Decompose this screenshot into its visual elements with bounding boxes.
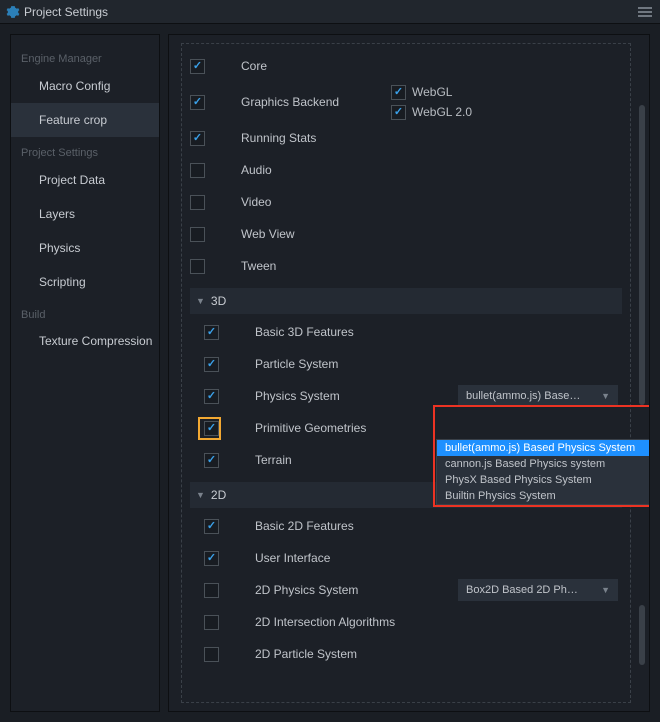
- select-2d-physics[interactable]: Box2D Based 2D Ph… ▼: [458, 579, 618, 601]
- sidebar: Engine Manager Macro Config Feature crop…: [10, 34, 160, 712]
- chevron-down-icon: ▼: [601, 391, 610, 401]
- graphics-sub: WebGL WebGL 2.0: [391, 83, 472, 121]
- checkbox-basic-3d[interactable]: [204, 325, 219, 340]
- content: Core Graphics Backend WebGL WebGL 2.0: [168, 34, 650, 712]
- chevron-down-icon: ▼: [196, 296, 205, 306]
- scrollbar-thumb[interactable]: [639, 105, 645, 405]
- feature-2d-physics: 2D Physics System Box2D Based 2D Ph… ▼: [204, 574, 622, 606]
- checkbox-running-stats[interactable]: [190, 131, 205, 146]
- checkbox-basic-2d[interactable]: [204, 519, 219, 534]
- dropdown-option[interactable]: bullet(ammo.js) Based Physics System: [437, 440, 649, 456]
- sidebar-group-engine: Engine Manager: [11, 43, 159, 69]
- checkbox-terrain[interactable]: [204, 453, 219, 468]
- feature-physics-system: Physics System bullet(ammo.js) Base… ▼: [204, 380, 622, 412]
- sidebar-group-build: Build: [11, 299, 159, 325]
- checkbox-audio[interactable]: [190, 163, 205, 178]
- feature-pane: Core Graphics Backend WebGL WebGL 2.0: [181, 43, 631, 703]
- checkbox-2d-physics[interactable]: [204, 583, 219, 598]
- checkbox-physics-system[interactable]: [204, 389, 219, 404]
- section-3d-header[interactable]: ▼ 3D: [190, 288, 622, 314]
- feature-2d-particle: 2D Particle System: [204, 638, 622, 670]
- checkbox-video[interactable]: [190, 195, 205, 210]
- hamburger-icon[interactable]: [636, 7, 654, 17]
- sidebar-item-project-data[interactable]: Project Data: [11, 163, 159, 197]
- sidebar-item-scripting[interactable]: Scripting: [11, 265, 159, 299]
- feature-basic-3d: Basic 3D Features: [204, 316, 622, 348]
- feature-webview: Web View: [190, 218, 622, 250]
- scrollbar-thumb[interactable]: [639, 605, 645, 665]
- checkbox-2d-particle[interactable]: [204, 647, 219, 662]
- feature-basic-2d: Basic 2D Features: [204, 510, 622, 542]
- feature-video: Video: [190, 186, 622, 218]
- sidebar-item-physics[interactable]: Physics: [11, 231, 159, 265]
- sidebar-item-feature-crop[interactable]: Feature crop: [11, 103, 159, 137]
- dropdown-physics-options[interactable]: bullet(ammo.js) Based Physics System can…: [436, 439, 650, 505]
- titlebar: Project Settings: [0, 0, 660, 24]
- main: Engine Manager Macro Config Feature crop…: [0, 24, 660, 722]
- feature-particle-system: Particle System: [204, 348, 622, 380]
- checkbox-2d-intersection[interactable]: [204, 615, 219, 630]
- sidebar-item-layers[interactable]: Layers: [11, 197, 159, 231]
- chevron-down-icon: ▼: [601, 585, 610, 595]
- checkbox-primitive[interactable]: [204, 421, 219, 436]
- feature-running-stats: Running Stats: [190, 122, 622, 154]
- checkbox-webgl2[interactable]: [391, 105, 406, 120]
- dropdown-option[interactable]: Builtin Physics System: [437, 488, 649, 504]
- feature-audio: Audio: [190, 154, 622, 186]
- sidebar-item-macro-config[interactable]: Macro Config: [11, 69, 159, 103]
- checkbox-graphics-backend[interactable]: [190, 95, 205, 110]
- feature-2d-intersection: 2D Intersection Algorithms: [204, 606, 622, 638]
- checkbox-ui[interactable]: [204, 551, 219, 566]
- checkbox-tween[interactable]: [190, 259, 205, 274]
- gear-icon: [6, 5, 20, 19]
- dropdown-option[interactable]: cannon.js Based Physics system: [437, 456, 649, 472]
- feature-graphics-backend: Graphics Backend WebGL WebGL 2.0: [190, 82, 622, 122]
- select-3d-physics[interactable]: bullet(ammo.js) Base… ▼: [458, 385, 618, 407]
- feature-ui: User Interface: [204, 542, 622, 574]
- chevron-down-icon: ▼: [196, 490, 205, 500]
- dropdown-option[interactable]: PhysX Based Physics System: [437, 472, 649, 488]
- app-title: Project Settings: [24, 5, 108, 19]
- checkbox-webview[interactable]: [190, 227, 205, 242]
- feature-tween: Tween: [190, 250, 622, 282]
- sidebar-group-project-settings: Project Settings: [11, 137, 159, 163]
- feature-core: Core: [190, 50, 622, 82]
- checkbox-core[interactable]: [190, 59, 205, 74]
- checkbox-webgl[interactable]: [391, 85, 406, 100]
- sidebar-item-texture-compression[interactable]: Texture Compression: [11, 325, 159, 358]
- checkbox-particle[interactable]: [204, 357, 219, 372]
